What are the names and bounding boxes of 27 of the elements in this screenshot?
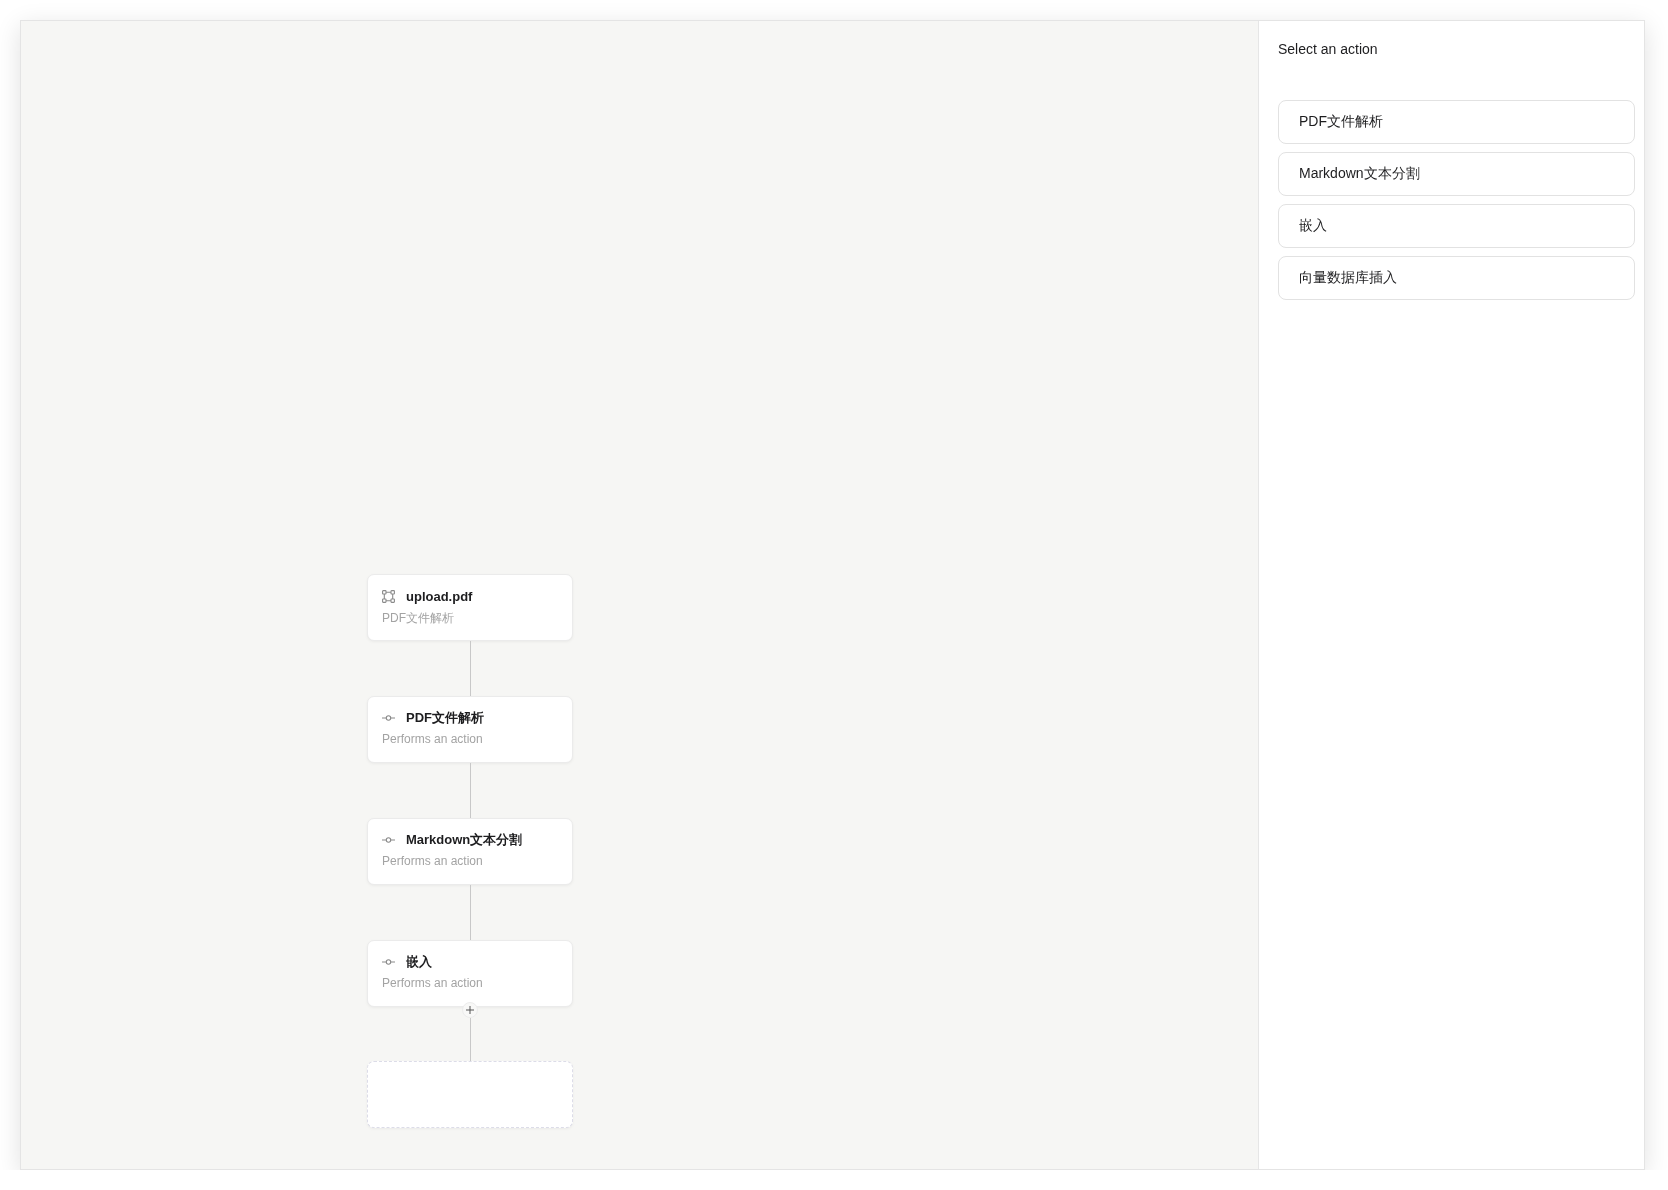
action-option[interactable]: 向量数据库插入: [1278, 256, 1635, 300]
connected-squares-icon: [382, 589, 395, 603]
node-title: Markdown文本分割: [406, 831, 523, 849]
flow-node[interactable]: PDF文件解析 Performs an action: [367, 696, 573, 763]
panel-title: Select an action: [1278, 40, 1378, 58]
connector-line: [469, 1018, 471, 1061]
flow-node[interactable]: Markdown文本分割 Performs an action: [367, 818, 573, 885]
connector-line: [469, 641, 471, 696]
action-option[interactable]: Markdown文本分割: [1278, 152, 1635, 196]
connector-line: [469, 763, 471, 818]
commit-icon: [382, 715, 395, 721]
commit-icon: [382, 959, 395, 965]
node-subtitle: PDF文件解析: [382, 610, 454, 627]
plus-icon: [466, 1006, 474, 1014]
commit-icon: [382, 837, 395, 843]
node-title: PDF文件解析: [406, 709, 484, 727]
connector-line: [469, 885, 471, 940]
node-title: 嵌入: [406, 953, 432, 971]
add-step-button[interactable]: [462, 1002, 478, 1018]
action-option[interactable]: 嵌入: [1278, 204, 1635, 248]
node-subtitle: Performs an action: [382, 854, 483, 868]
node-subtitle: Performs an action: [382, 976, 483, 990]
flow-node[interactable]: 嵌入 Performs an action: [367, 940, 573, 1007]
action-option[interactable]: PDF文件解析: [1278, 100, 1635, 144]
node-title: upload.pdf: [406, 588, 473, 604]
flow-node[interactable]: upload.pdf PDF文件解析: [367, 574, 573, 641]
node-subtitle: Performs an action: [382, 732, 483, 746]
